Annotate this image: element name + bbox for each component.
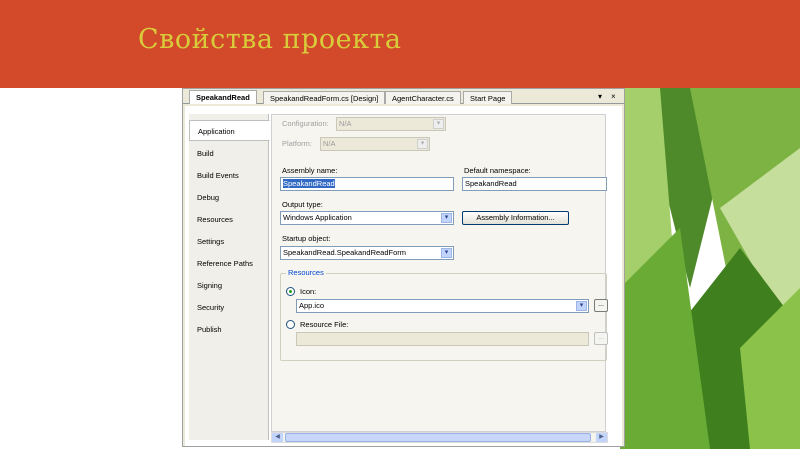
document-tab-strip: SpeakandRead SpeakandReadForm.cs [Design… — [183, 89, 624, 104]
resource-file-radio-label: Resource File: — [300, 320, 349, 329]
chevron-down-icon: ▾ — [441, 248, 452, 258]
slide-title: Свойства проекта — [138, 24, 402, 55]
default-namespace-value: SpeakandRead — [465, 179, 517, 188]
horizontal-scrollbar[interactable]: ◀ ▶ — [271, 432, 608, 443]
icon-radio-label: Icon: — [300, 287, 317, 296]
side-tab-security[interactable]: Security — [189, 297, 269, 318]
side-tab-settings[interactable]: Settings — [189, 231, 269, 252]
startup-object-value: SpeakandRead.SpeakandReadForm — [283, 248, 406, 257]
platform-label: Platform: — [282, 139, 313, 148]
chevron-down-icon: ▾ — [433, 119, 444, 129]
scroll-right-icon[interactable]: ▶ — [596, 433, 607, 442]
platform-select[interactable]: N/A ▾ — [320, 137, 430, 151]
side-tabs: Application Build Build Events Debug Res… — [189, 114, 270, 440]
output-type-select[interactable]: Windows Application ▾ — [280, 211, 454, 225]
assembly-name-label: Assembly name: — [282, 166, 338, 175]
startup-object-select[interactable]: SpeakandRead.SpeakandReadForm ▾ — [280, 246, 454, 260]
icon-select[interactable]: App.ico ▾ — [296, 299, 589, 313]
side-tab-application[interactable]: Application — [189, 120, 270, 141]
icon-radio[interactable] — [286, 287, 295, 296]
side-tab-debug[interactable]: Debug — [189, 187, 269, 208]
side-tab-publish[interactable]: Publish — [189, 319, 269, 340]
chevron-down-icon: ▾ — [576, 301, 587, 311]
configuration-label: Configuration: — [282, 119, 329, 128]
assembly-name-value: SpeakandRead — [283, 179, 335, 188]
configuration-value: N/A — [339, 119, 352, 128]
side-tab-reference-paths[interactable]: Reference Paths — [189, 253, 269, 274]
close-icon[interactable]: × — [611, 91, 616, 102]
side-tab-build[interactable]: Build — [189, 143, 269, 164]
startup-object-label: Startup object: — [282, 234, 331, 243]
application-page: Configuration: N/A ▾ Platform: N/A ▾ Ass… — [271, 114, 608, 432]
decorative-shapes — [620, 88, 800, 449]
assembly-information-button[interactable]: Assembly Information... — [462, 211, 569, 225]
scrollbar-thumb[interactable] — [285, 433, 591, 442]
resource-file-browse-button[interactable]: ... — [594, 332, 608, 345]
assembly-name-input[interactable]: SpeakandRead — [280, 177, 454, 191]
side-tab-signing[interactable]: Signing — [189, 275, 269, 296]
output-type-label: Output type: — [282, 200, 323, 209]
tab-agent-character[interactable]: AgentCharacter.cs — [385, 91, 461, 104]
side-tab-resources[interactable]: Resources — [189, 209, 269, 230]
resource-file-radio[interactable] — [286, 320, 295, 329]
side-tab-build-events[interactable]: Build Events — [189, 165, 269, 186]
tab-speakandread-form-design[interactable]: SpeakandReadForm.cs [Design] — [263, 91, 386, 104]
resources-group-title: Resources — [286, 268, 326, 278]
properties-content: Application Build Build Events Debug Res… — [185, 106, 622, 446]
configuration-select[interactable]: N/A ▾ — [336, 117, 446, 131]
output-type-value: Windows Application — [283, 213, 352, 222]
resources-groupbox — [280, 273, 607, 361]
tab-list-dropdown-icon[interactable]: ▾ — [598, 91, 602, 102]
default-namespace-label: Default namespace: — [464, 166, 531, 175]
resource-file-input[interactable] — [296, 332, 589, 346]
icon-value: App.ico — [299, 301, 325, 310]
chevron-down-icon: ▾ — [441, 213, 452, 223]
icon-browse-button[interactable]: ... — [594, 299, 608, 312]
tab-speakandread[interactable]: SpeakandRead — [189, 90, 257, 104]
platform-value: N/A — [323, 139, 336, 148]
project-properties-window: SpeakandRead SpeakandReadForm.cs [Design… — [182, 88, 625, 447]
chevron-down-icon: ▾ — [417, 139, 428, 149]
scroll-left-icon[interactable]: ◀ — [272, 433, 283, 442]
default-namespace-input[interactable]: SpeakandRead — [462, 177, 607, 191]
tab-start-page[interactable]: Start Page — [463, 91, 513, 104]
